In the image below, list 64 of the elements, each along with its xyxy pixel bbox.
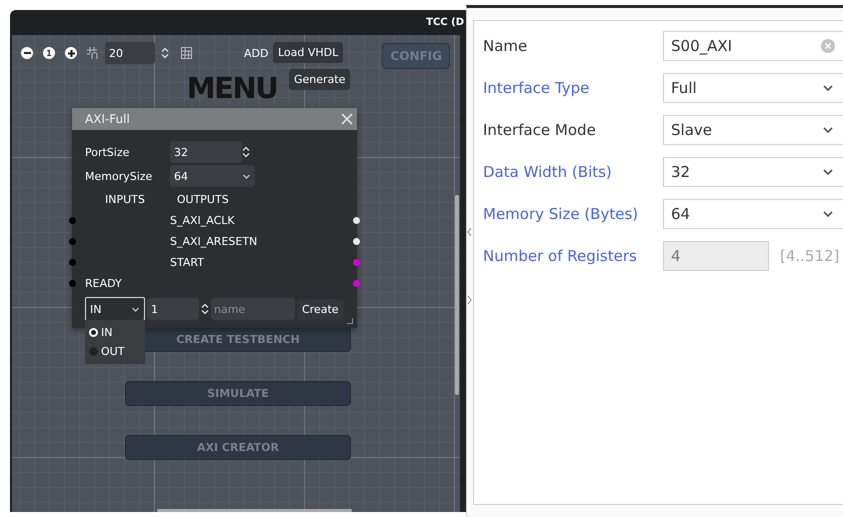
port-size-field[interactable]: 32 (170, 141, 242, 163)
grid-icon[interactable] (87, 47, 99, 59)
field-label: PortSize (85, 146, 130, 158)
dropdown-field[interactable]: Full (663, 73, 843, 103)
window-title: TCC (D (426, 17, 464, 28)
dropdown-field[interactable]: 32 (663, 157, 843, 187)
chevron-left-icon[interactable] (467, 228, 472, 236)
zoom-in-button[interactable] (65, 47, 77, 59)
property-label: Number of Registers (483, 247, 638, 265)
generate-button[interactable]: Generate (289, 69, 350, 90)
chevron-down-icon (131, 304, 140, 314)
chevron-right-icon[interactable] (467, 296, 472, 304)
dropdown-field[interactable]: 64 (663, 199, 843, 229)
property-label: Memory Size (Bytes) (483, 205, 640, 223)
spinner-arrows-icon[interactable] (242, 146, 250, 158)
create-button[interactable]: Create (297, 298, 344, 320)
memory-size-select[interactable]: 64 (170, 165, 255, 187)
scrollbar[interactable] (157, 509, 352, 512)
input-port-dot[interactable] (69, 217, 76, 224)
plus-icon (68, 50, 74, 56)
count-field[interactable]: 1 (147, 298, 199, 320)
property-label: Interface Mode (483, 121, 597, 139)
grid-size-field[interactable]: 20 (105, 42, 155, 64)
registers-field: 4 (663, 241, 769, 271)
option-label: OUT (101, 345, 124, 358)
property-label: Name (483, 37, 528, 55)
input-port-dot[interactable] (69, 238, 76, 245)
zoom-reset-button[interactable]: 1 (43, 47, 55, 59)
spinner-arrows-icon[interactable] (201, 303, 209, 315)
field-label: MemorySize (85, 170, 154, 182)
spinner-arrows-icon[interactable] (161, 47, 169, 59)
clear-icon[interactable] (821, 39, 835, 53)
port-label: START (170, 256, 204, 269)
add-label: ADD (244, 46, 268, 60)
resize-grip-icon[interactable] (347, 318, 353, 324)
range-hint: [4..512] (780, 247, 840, 265)
output-port-dot[interactable] (353, 238, 360, 245)
dropdown-field[interactable]: Slave (663, 115, 843, 145)
port-label: S_AXI_ARESETN (170, 235, 258, 248)
close-button[interactable] (341, 113, 353, 125)
output-port-dot[interactable] (353, 259, 360, 266)
input-port-dot[interactable] (69, 280, 76, 287)
property-label: Interface Type (483, 79, 590, 97)
name-field[interactable]: S00_AXI (663, 31, 843, 61)
scrollbar[interactable] (455, 195, 459, 395)
name-input[interactable]: name (211, 298, 295, 320)
port-label: S_AXI_ACLK (170, 214, 235, 227)
property-label: Data Width (Bits) (483, 163, 613, 181)
option-label: IN (101, 326, 112, 339)
minus-icon (24, 52, 30, 54)
table-icon[interactable] (181, 47, 192, 59)
column-header: INPUTS (105, 192, 145, 206)
direction-select[interactable]: IN (85, 297, 145, 321)
column-header: OUTPUTS (176, 192, 229, 206)
port-label: READY (85, 277, 122, 290)
load-vhdl-button[interactable]: Load VHDL (273, 42, 344, 63)
menu-title: MENU (186, 71, 278, 105)
output-port-dot[interactable] (353, 217, 360, 224)
input-port-dot[interactable] (69, 259, 76, 266)
output-port-dot[interactable] (353, 280, 360, 287)
dialog-title: AXI-Full (85, 112, 130, 126)
zoom-out-button[interactable] (21, 47, 33, 59)
close-icon (341, 113, 353, 125)
chevron-down-icon (242, 172, 251, 180)
